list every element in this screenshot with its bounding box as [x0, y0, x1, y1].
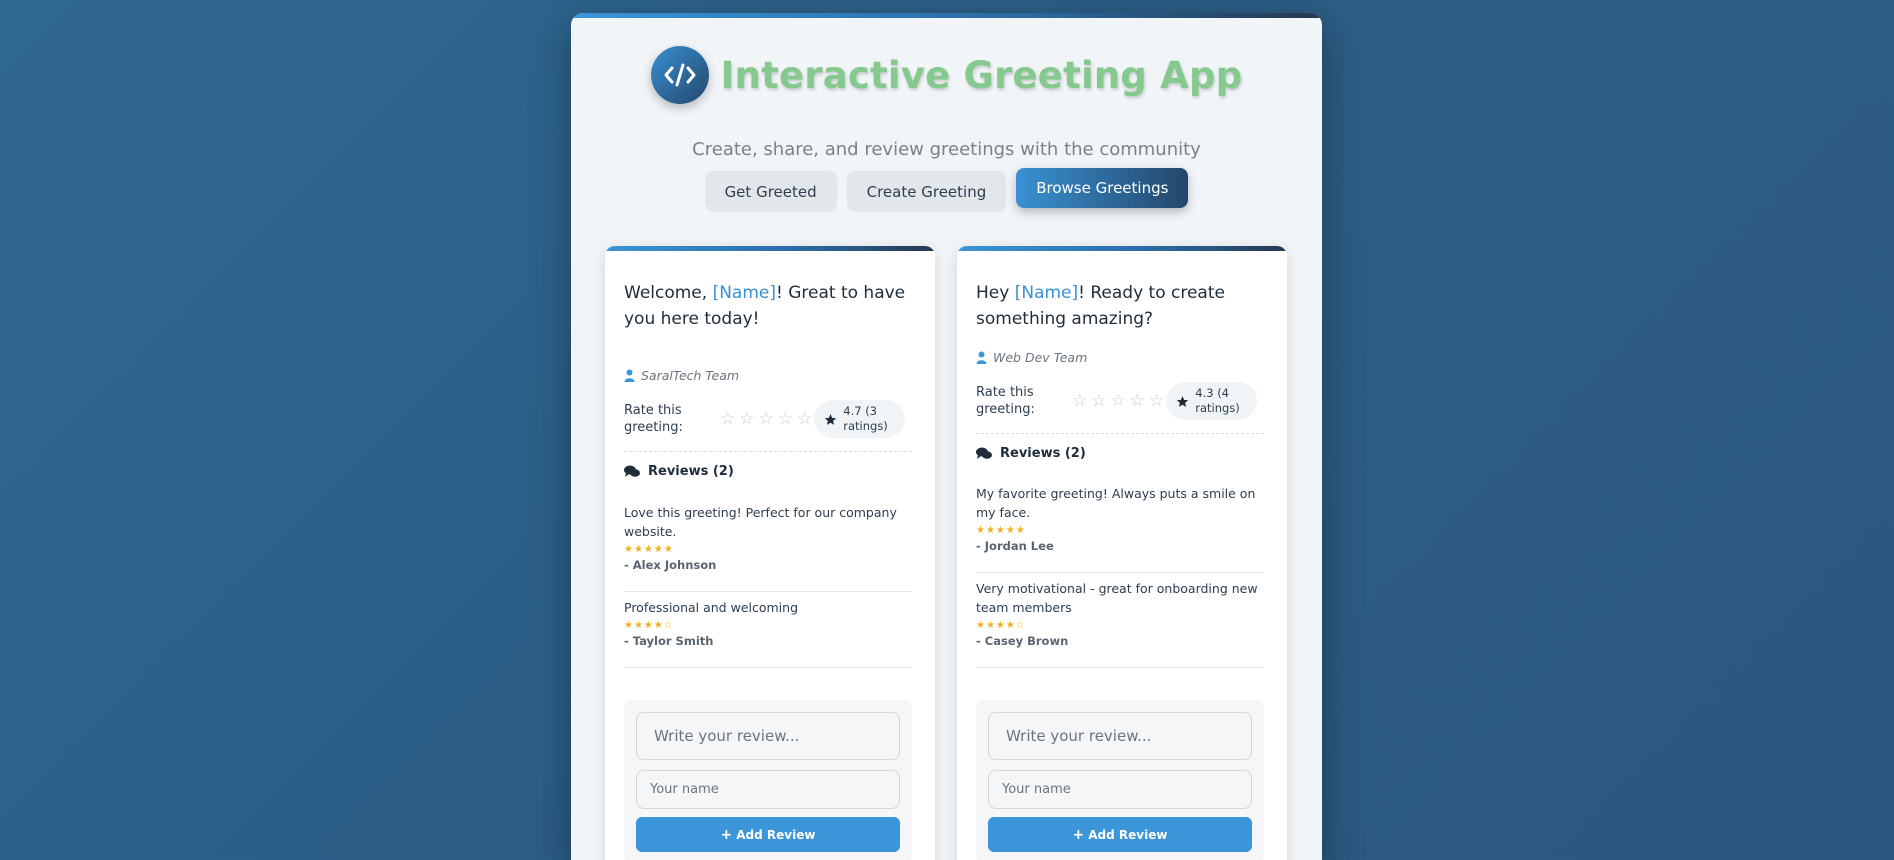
add-review-button[interactable]: + Add Review [636, 817, 900, 852]
star-icon[interactable]: ☆ [759, 409, 774, 429]
greeting-author: Web Dev Team [976, 350, 1087, 365]
comments-icon [624, 465, 640, 477]
star-icon[interactable]: ☆ [1149, 391, 1164, 411]
rating-stars-input[interactable]: ☆ ☆ ☆ ☆ ☆ [1072, 391, 1164, 411]
review-author: - Taylor Smith [624, 634, 714, 648]
review-stars: ★★★★☆ [624, 620, 674, 631]
review-author: - Alex Johnson [624, 558, 717, 572]
divider [624, 451, 912, 452]
review-divider [624, 667, 912, 668]
review-text: Very motivational - great for onboarding… [976, 581, 1258, 615]
reviews-heading: Reviews (2) [976, 446, 1086, 461]
tab-create-greeting[interactable]: Create Greeting [846, 171, 1007, 212]
review-text: Professional and welcoming [624, 600, 798, 615]
star-icon[interactable]: ☆ [797, 409, 812, 429]
app-header: Interactive Greeting App [571, 46, 1322, 104]
review-item: Very motivational - great for onboarding… [976, 579, 1264, 648]
star-filled-icon [1177, 395, 1189, 407]
rating-stars-input[interactable]: ☆ ☆ ☆ ☆ ☆ [720, 409, 812, 429]
top-accent-bar [571, 13, 1322, 18]
divider [976, 433, 1264, 434]
greeting-author: SaralTech Team [624, 368, 739, 383]
main-nav: Get Greeted Create Greeting Browse Greet… [571, 168, 1322, 212]
star-icon[interactable]: ☆ [1072, 391, 1087, 411]
add-review-button[interactable]: + Add Review [988, 817, 1252, 852]
card-accent-bar [957, 246, 1287, 251]
user-icon [624, 369, 635, 382]
app-title: Interactive Greeting App [720, 53, 1243, 97]
review-author: - Casey Brown [976, 634, 1069, 648]
review-text: My favorite greeting! Always puts a smil… [976, 486, 1256, 520]
review-stars: ★★★★☆ [976, 620, 1026, 631]
star-icon[interactable]: ☆ [739, 409, 754, 429]
review-divider [624, 591, 912, 592]
rate-label: Rate this greeting: [624, 403, 683, 435]
review-text: Love this greeting! Perfect for our comp… [624, 505, 897, 539]
review-item: My favorite greeting! Always puts a smil… [976, 484, 1264, 553]
star-icon[interactable]: ☆ [1130, 391, 1145, 411]
name-input[interactable]: Your name [636, 770, 900, 809]
reviews-heading: Reviews (2) [624, 464, 734, 479]
rating-row: Rate this greeting: ☆ ☆ ☆ ☆ ☆ 4.3 (4 ratings… [976, 380, 1264, 422]
review-divider [976, 667, 1264, 668]
star-icon[interactable]: ☆ [778, 409, 793, 429]
review-divider [976, 572, 1264, 573]
rating-row: Rate this greeting: ☆ ☆ ☆ ☆ ☆ 4.7 (3 ratings… [624, 398, 912, 440]
app-container: Interactive Greeting App Create, share, … [571, 13, 1322, 860]
rate-label: Rate this greeting: [976, 385, 1035, 417]
card-accent-bar [605, 246, 935, 251]
star-filled-icon [825, 413, 837, 425]
user-icon [976, 351, 987, 364]
star-icon[interactable]: ☆ [720, 409, 735, 429]
name-input[interactable]: Your name [988, 770, 1252, 809]
app-subtitle: Create, share, and review greetings with… [692, 139, 1201, 160]
greeting-card: Welcome, [Name]! Great to have you here … [605, 246, 935, 860]
review-input[interactable]: Write your review... [636, 712, 900, 760]
greeting-text: Welcome, [Name]! Great to have you here … [624, 283, 906, 329]
review-stars: ★★★★★ [976, 525, 1026, 536]
star-icon[interactable]: ☆ [1091, 391, 1106, 411]
rating-summary: 4.7 (3 ratings) [814, 400, 906, 438]
review-form: Write your review... Your name + Add Rev… [976, 700, 1264, 860]
review-item: Professional and welcoming ★★★★☆ - Taylo… [624, 598, 912, 648]
name-placeholder: [Name] [1014, 283, 1079, 303]
review-item: Love this greeting! Perfect for our comp… [624, 503, 912, 572]
name-placeholder: [Name] [712, 283, 776, 303]
tab-get-greeted[interactable]: Get Greeted [704, 171, 837, 212]
tab-browse-greetings[interactable]: Browse Greetings [1016, 168, 1189, 208]
plus-icon: + [720, 826, 733, 843]
review-stars: ★★★★★ [624, 544, 674, 555]
star-icon[interactable]: ☆ [1111, 391, 1126, 411]
greeting-card: Hey [Name]! Ready to create something am… [957, 246, 1287, 860]
plus-icon: + [1072, 826, 1085, 843]
review-form: Write your review... Your name + Add Rev… [624, 700, 912, 860]
greeting-text: Hey [Name]! Ready to create something am… [976, 283, 1225, 329]
code-icon [650, 46, 709, 104]
review-input[interactable]: Write your review... [988, 712, 1252, 760]
review-author: - Jordan Lee [976, 539, 1054, 553]
rating-summary: 4.3 (4 ratings) [1166, 382, 1258, 420]
comments-icon [976, 447, 992, 459]
